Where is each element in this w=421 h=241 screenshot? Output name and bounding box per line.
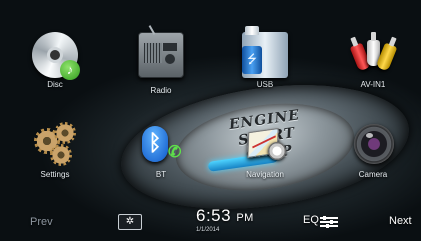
tile-bt[interactable]: ᛒ ✆ BT [126, 122, 196, 179]
tile-radio[interactable]: Radio [126, 25, 196, 95]
map-icon [242, 122, 288, 168]
phone-icon: ✆ [168, 144, 182, 161]
brightness-button[interactable]: ✲ [118, 214, 142, 230]
eq-button[interactable]: EQ [303, 214, 319, 226]
tile-settings-label: Settings [40, 170, 70, 179]
tile-radio-label: Radio [150, 86, 172, 95]
av-plugs-icon [349, 32, 398, 78]
bluetooth-icon: ᛒ ✆ [138, 122, 184, 168]
tile-bt-label: BT [155, 170, 167, 179]
tile-av-in1[interactable]: AV-IN1 [338, 32, 408, 89]
next-button[interactable]: Next [389, 215, 412, 227]
tile-disc[interactable]: ♪ Disc [20, 32, 90, 89]
tile-av-in1-label: AV-IN1 [360, 80, 386, 89]
tile-navigation-label: Navigation [246, 170, 284, 179]
date: 1/1/2014 [196, 227, 220, 233]
camera-lens-icon [350, 122, 396, 168]
tile-disc-label: Disc [47, 80, 63, 89]
tile-usb-label: USB [256, 80, 274, 89]
tile-camera-label: Camera [358, 170, 388, 179]
music-note-icon: ♪ [60, 60, 80, 80]
clock[interactable]: 6:53 PM [196, 206, 254, 226]
brightness-icon: ✲ [125, 216, 135, 227]
radio-icon [138, 25, 184, 78]
disc-icon: ♪ [32, 32, 80, 80]
usb-icon: ⭍ [242, 26, 288, 78]
tile-settings[interactable]: Settings [20, 122, 90, 179]
home-screen: ENGINE START STOP ♪ Disc Radio ⭍ USB AV-… [0, 0, 421, 241]
equalizer-icon[interactable] [320, 216, 338, 229]
compass-icon [268, 142, 286, 160]
clock-ampm: PM [236, 212, 254, 224]
tile-navigation[interactable]: Navigation [230, 122, 300, 179]
tile-camera[interactable]: Camera [338, 122, 408, 179]
gears-icon [32, 122, 78, 168]
prev-button[interactable]: Prev [30, 216, 53, 228]
bottom-bar: Prev ✲ 6:53 PM 1/1/2014 EQ Next [0, 203, 421, 241]
clock-time: 6:53 [196, 206, 232, 225]
tile-usb[interactable]: ⭍ USB [230, 26, 300, 89]
